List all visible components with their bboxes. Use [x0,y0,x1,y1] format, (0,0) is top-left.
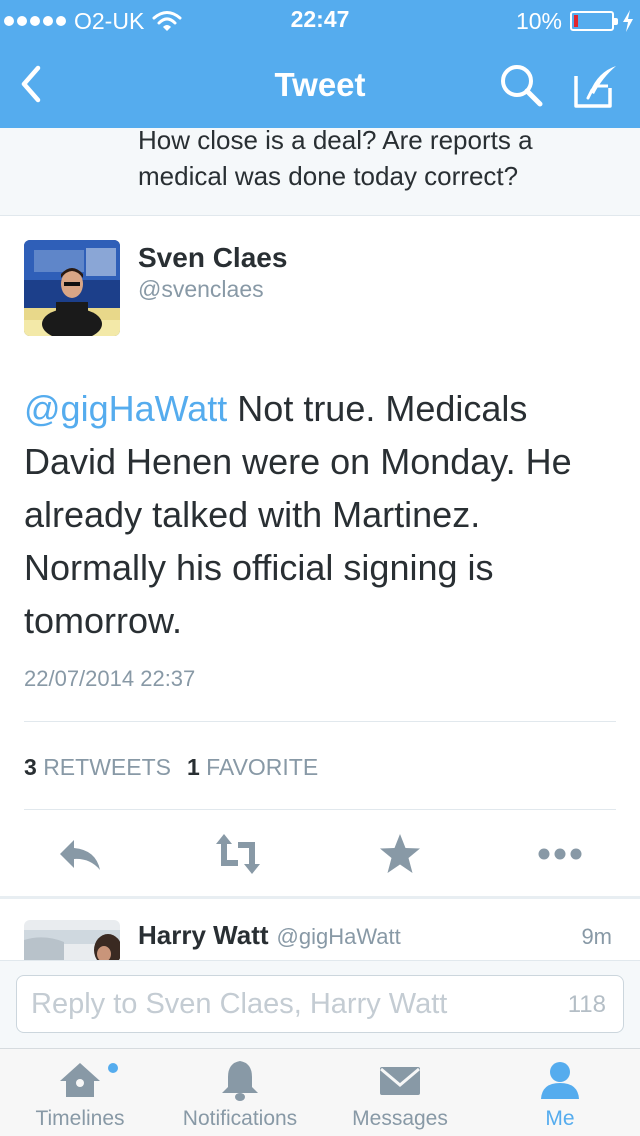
home-icon [60,1063,100,1097]
tab-label: Timelines [35,1107,125,1130]
retweets-label: RETWEETS [43,754,171,780]
tab-me[interactable]: Me [480,1049,640,1136]
retweets-stat[interactable]: 3 RETWEETS [24,754,171,781]
retweet-icon[interactable] [214,832,262,876]
tab-timelines[interactable]: Timelines [0,1049,160,1136]
reply-composer: 118 [0,960,640,1048]
bell-icon [222,1061,258,1101]
divider [24,809,616,810]
unread-indicator [108,1063,118,1073]
tab-label: Notifications [182,1107,298,1130]
reply-author-name: Harry Watt [138,920,269,950]
favorites-count: 1 [186,754,200,780]
status-right: 10% [516,6,634,36]
author-handle[interactable]: @svenclaes [138,276,264,303]
favorites-stat[interactable]: 1 FAVORITE [187,754,318,781]
favorite-star-icon[interactable] [376,832,424,876]
compose-icon[interactable] [572,62,620,110]
nav-bar: Tweet [0,40,640,128]
tweet-actions [0,820,640,890]
reply-author[interactable]: Harry Watt @gigHaWatt [138,920,401,951]
person-icon [541,1062,579,1099]
envelope-icon [380,1067,420,1095]
divider [24,721,616,722]
battery-percent: 10% [515,7,562,34]
mention-link[interactable]: @gigHaWatt [24,388,227,429]
tab-bar: Timelines Notifications Messages Me [0,1048,640,1136]
search-icon[interactable] [498,62,546,110]
reply-icon[interactable] [56,832,104,876]
favorites-label: FAVORITE [206,754,319,780]
tab-label: Messages [352,1107,448,1130]
reply-input[interactable] [16,975,624,1033]
character-count: 118 [567,991,606,1018]
status-bar: O2-UK 22:47 10% [0,0,640,40]
battery-level [574,15,578,27]
tweet-stats: 3 RETWEETS 1 FAVORITE [24,754,318,781]
author-avatar[interactable] [24,240,120,336]
previous-tweet[interactable]: How close is a deal? Are reports a medic… [0,125,640,216]
reply-avatar-photo [24,920,120,960]
avatar-photo [24,240,120,336]
header: O2-UK 22:47 10% Tweet [0,0,640,128]
retweets-count: 3 [24,754,37,780]
previous-tweet-text: How close is a deal? Are reports a medic… [138,125,533,191]
more-icon[interactable] [536,832,584,876]
tab-messages[interactable]: Messages [320,1049,480,1136]
tweet-body: @gigHaWatt Not true. Medicals David Hene… [24,382,624,647]
tab-label: Me [545,1107,575,1130]
charging-bolt-icon [623,10,633,32]
reply-author-handle: @gigHaWatt [276,924,401,949]
section-separator [0,896,640,899]
tweet-timestamp: 22/07/2014 22:37 [24,666,196,691]
reply-avatar[interactable] [24,920,120,960]
tab-notifications[interactable]: Notifications [160,1049,320,1136]
battery-icon [570,11,618,31]
author-name[interactable]: Sven Claes [138,242,287,274]
reply-time: 9m [581,924,612,949]
